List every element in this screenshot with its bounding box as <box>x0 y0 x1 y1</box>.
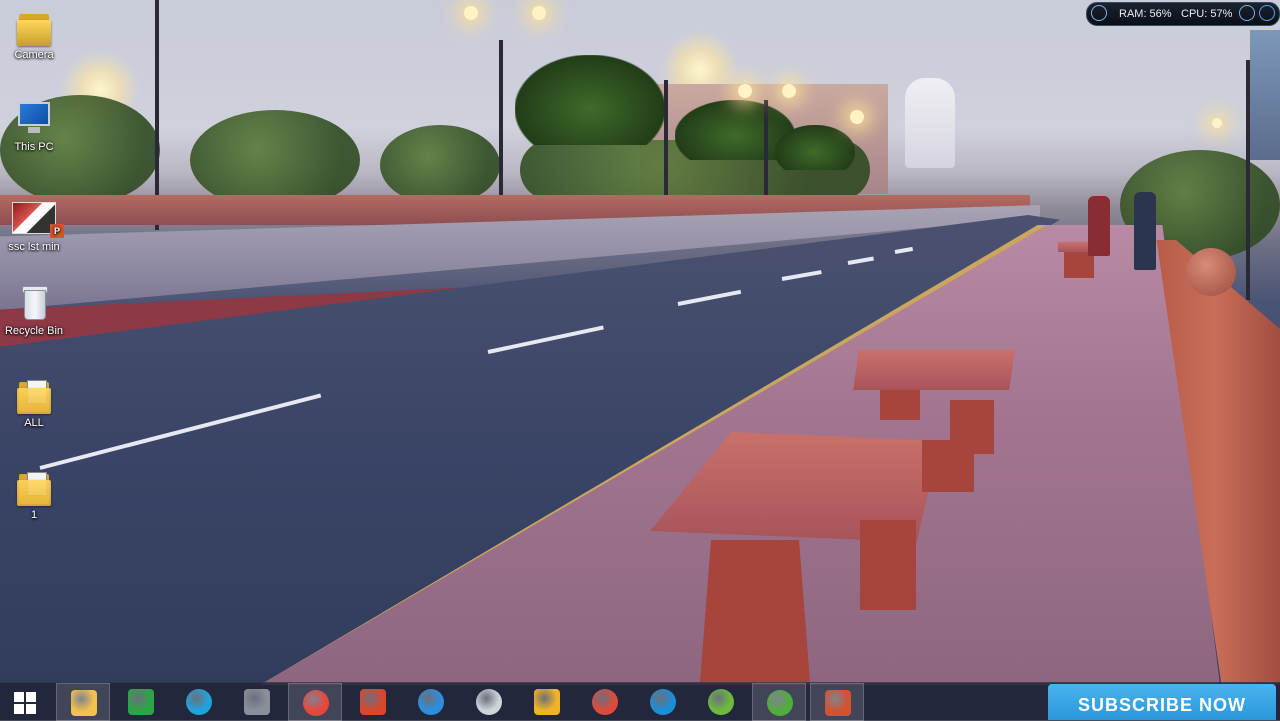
desktop-icon-label: 1 <box>30 509 38 521</box>
taskbar-button-powerpoint[interactable] <box>810 683 864 721</box>
taskbar-button-video-tool[interactable] <box>230 683 284 721</box>
store-icon <box>128 689 154 715</box>
street-lamp <box>1212 118 1222 128</box>
desktop-icon-label: ALL <box>24 417 44 429</box>
desktop-icon-1[interactable]: 1 <box>2 468 66 522</box>
desktop-icon-all[interactable]: ALL <box>2 376 66 430</box>
taskbar-button-file-explorer[interactable] <box>56 683 110 721</box>
folder-icon <box>17 468 51 506</box>
lamp-pole <box>664 80 668 200</box>
bench-leg <box>700 540 810 682</box>
railing-ornament <box>1186 248 1236 296</box>
bench-leg <box>922 440 974 492</box>
bench-leg <box>860 520 916 610</box>
taskbar-button-media-player[interactable] <box>462 683 516 721</box>
street-lamp <box>738 84 752 98</box>
bench-leg <box>880 390 920 420</box>
street-lamp <box>532 6 546 20</box>
wallpaper-palm <box>775 125 855 170</box>
folder-icon <box>17 376 51 414</box>
folder-icon <box>17 8 51 46</box>
chrome-icon <box>303 690 329 716</box>
desktop-icon-camera[interactable]: Camera <box>2 8 66 62</box>
windows-logo-icon <box>14 692 36 714</box>
desktop-icon-label: Camera <box>14 49 54 61</box>
desktop-icon-label: Recycle Bin <box>4 325 64 337</box>
street-lamp <box>782 84 796 98</box>
system-monitor-gadget[interactable]: RAM: 56% CPU: 57% <box>1086 2 1280 26</box>
wallpaper-palm <box>515 55 665 145</box>
bench <box>853 350 1015 390</box>
add-icon[interactable] <box>1259 5 1275 21</box>
taskbar-button-ccleaner[interactable] <box>346 683 400 721</box>
lamp-pole <box>764 100 768 200</box>
wallpaper-tree <box>380 125 500 205</box>
taskbar-button-internet-explorer[interactable] <box>404 683 458 721</box>
desktop-icon-recycle-bin[interactable]: Recycle Bin <box>2 284 66 338</box>
user-icon <box>1091 5 1107 21</box>
lamp-pole <box>1246 60 1250 300</box>
taskbar-button-sync[interactable] <box>172 683 226 721</box>
wallpaper-tower <box>1250 30 1280 160</box>
subscribe-label: SUBSCRIBE NOW <box>1077 695 1246 715</box>
taskbar-button-music-app[interactable] <box>578 683 632 721</box>
video-tool-icon <box>244 689 270 715</box>
sync-icon <box>186 689 212 715</box>
desktop-icon-this-pc[interactable]: This PC <box>2 100 66 154</box>
start-button[interactable] <box>0 683 54 721</box>
taskbar-button-store[interactable] <box>114 683 168 721</box>
desktop-icon-ssc-lst-min[interactable]: P ssc lst min <box>2 200 66 254</box>
taskbar-button-download-manager[interactable] <box>636 683 690 721</box>
speedometer-icon[interactable] <box>1239 5 1255 21</box>
taskbar-button-chrome[interactable] <box>288 683 342 721</box>
pedestrian <box>1134 192 1156 270</box>
computer-icon <box>17 100 51 138</box>
utorrent-icon <box>767 690 793 716</box>
file-explorer-icon <box>71 690 97 716</box>
taskbar-button-utorrent[interactable] <box>752 683 806 721</box>
lamp-pole <box>499 40 503 220</box>
download-manager-icon <box>650 689 676 715</box>
subscribe-now-button[interactable]: SUBSCRIBE NOW <box>1048 684 1276 720</box>
taskbar-button-green-app[interactable] <box>694 683 748 721</box>
street-lamp <box>850 110 864 124</box>
cpu-usage: CPU: 57% <box>1181 8 1233 20</box>
pedestrian <box>1088 196 1110 256</box>
desktop-wallpaper <box>0 0 1280 720</box>
green-app-icon <box>708 689 734 715</box>
street-lamp <box>464 6 478 20</box>
headphones-icon <box>534 689 560 715</box>
media-player-icon <box>476 689 502 715</box>
powerpoint-icon <box>825 690 851 716</box>
wallpaper-statue <box>905 78 955 168</box>
music-app-icon <box>592 689 618 715</box>
ccleaner-icon <box>360 689 386 715</box>
powerpoint-file-icon: P <box>12 200 64 238</box>
desktop-icon-label: ssc lst min <box>8 241 60 253</box>
ram-usage: RAM: 56% <box>1119 8 1172 20</box>
internet-explorer-icon <box>418 689 444 715</box>
recycle-bin-icon <box>17 284 51 322</box>
taskbar-button-headphones[interactable] <box>520 683 574 721</box>
desktop-icon-label: This PC <box>14 141 54 153</box>
